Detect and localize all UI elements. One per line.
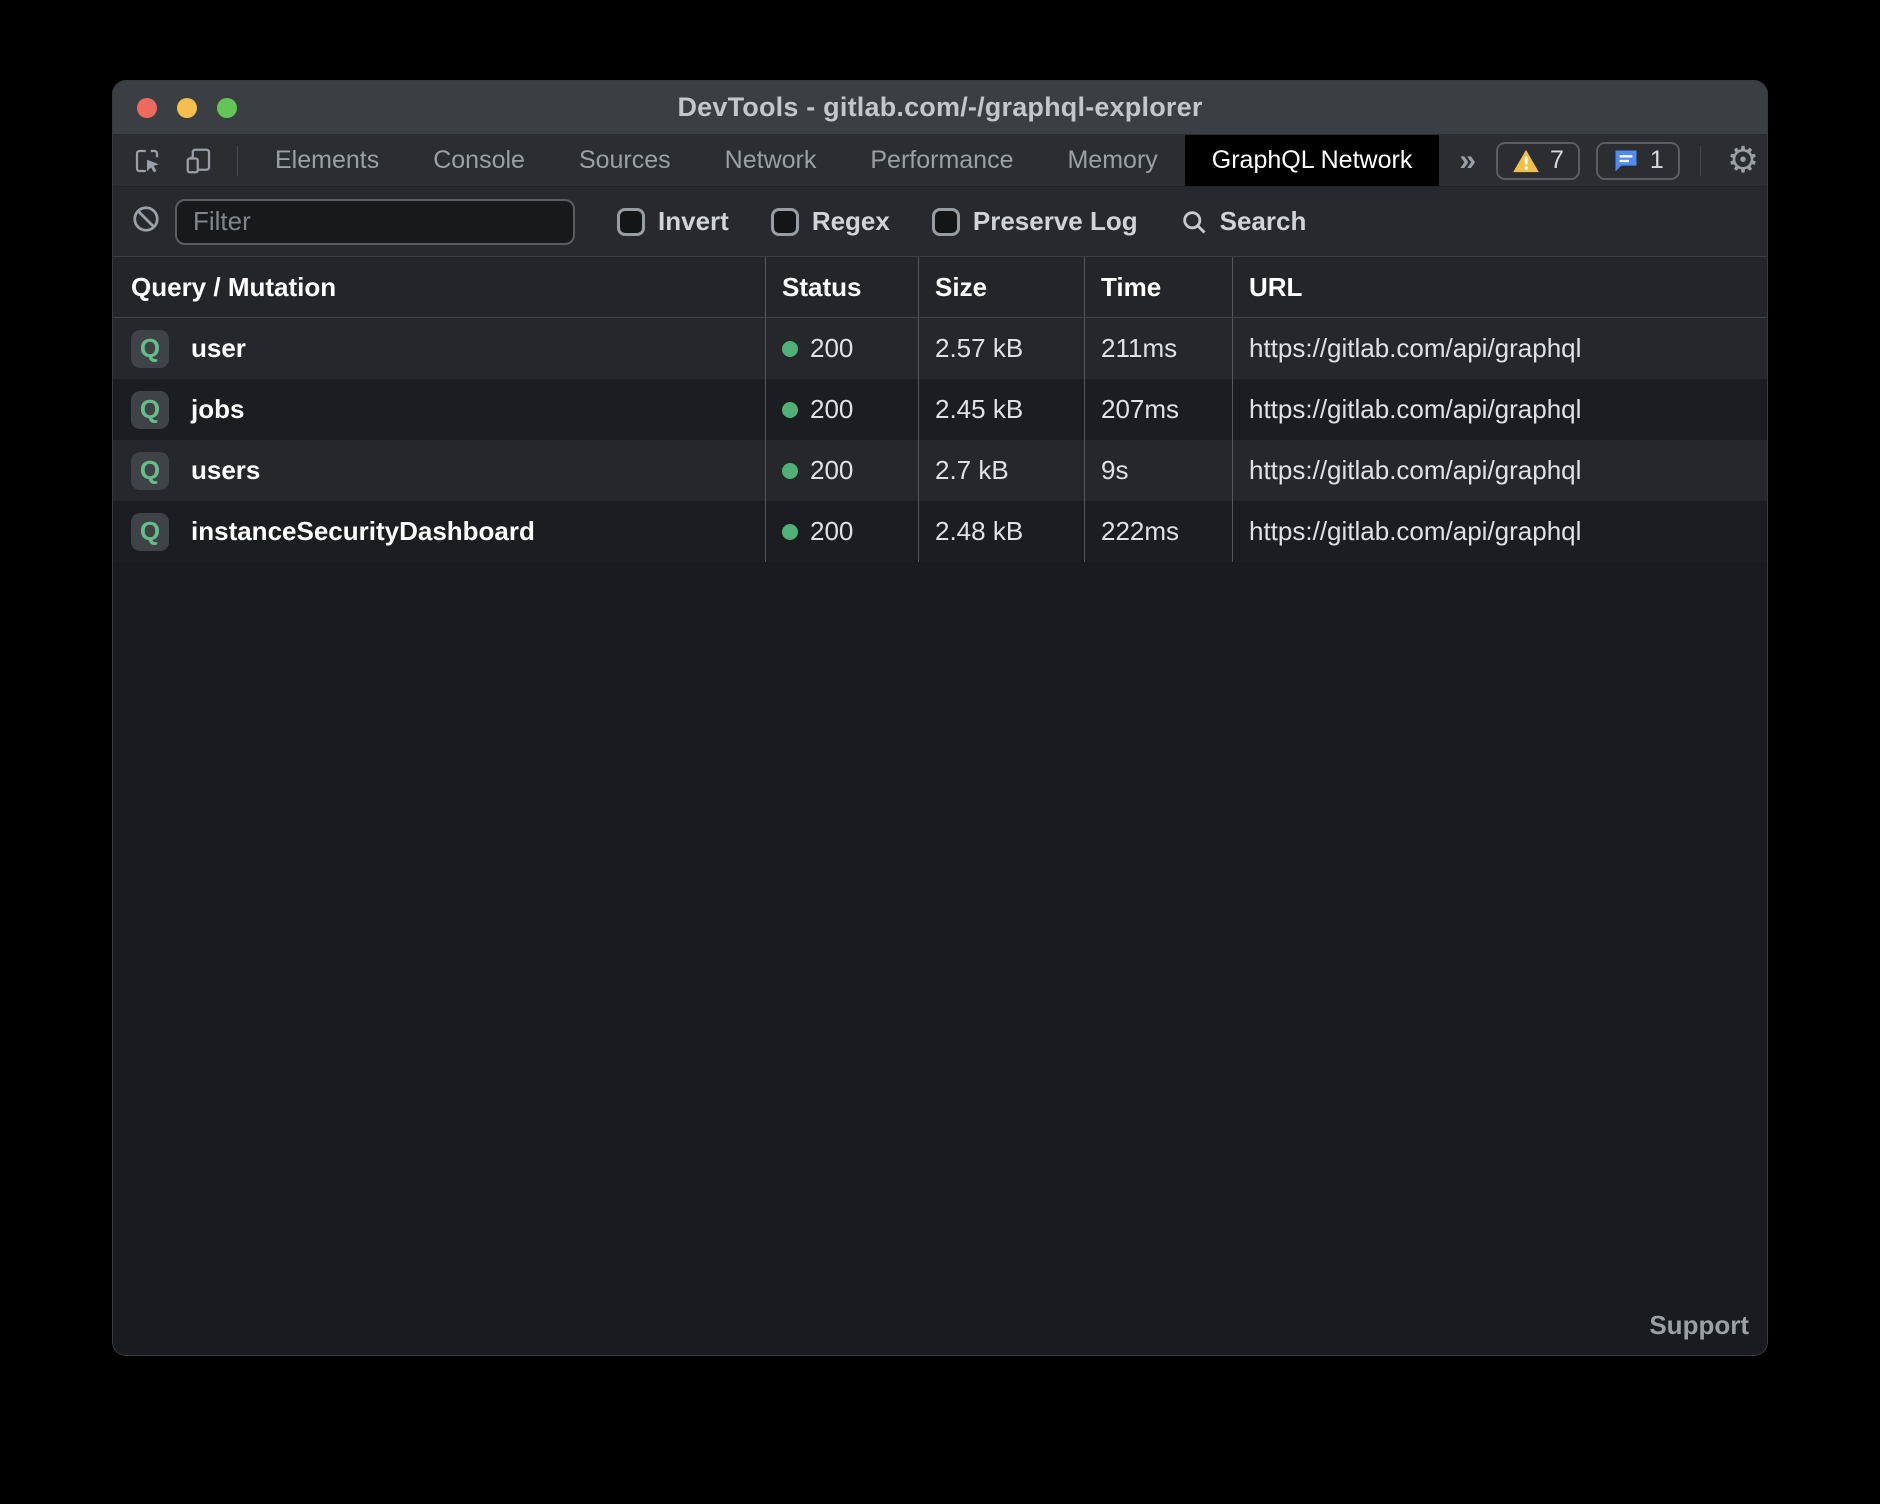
- time-cell: 222ms: [1084, 501, 1232, 562]
- traffic-lights: [137, 81, 237, 134]
- titlebar: DevTools - gitlab.com/-/graphql-explorer: [113, 81, 1767, 135]
- column-header-size[interactable]: Size: [918, 257, 1084, 317]
- filter-toolbar: Invert Regex Preserve Log Search: [113, 187, 1767, 257]
- tab-sources[interactable]: Sources: [552, 135, 698, 186]
- query-name: jobs: [191, 394, 244, 425]
- panel-empty-area: Support: [113, 562, 1767, 1355]
- warning-count: 7: [1550, 146, 1564, 175]
- tab-elements[interactable]: Elements: [248, 135, 406, 186]
- tab-memory[interactable]: Memory: [1040, 135, 1184, 186]
- size-cell: 2.45 kB: [918, 379, 1084, 440]
- query-name: instanceSecurityDashboard: [191, 516, 535, 547]
- toolbar-right-divider: [1700, 146, 1701, 176]
- status-code: 200: [810, 333, 853, 364]
- search-button[interactable]: Search: [1180, 206, 1307, 237]
- url-cell: https://gitlab.com/api/graphql: [1232, 501, 1767, 562]
- search-label: Search: [1220, 206, 1307, 237]
- column-header-status[interactable]: Status: [765, 257, 918, 317]
- status-cell: 200: [765, 440, 918, 501]
- query-type-badge: Q: [131, 513, 169, 551]
- request-table-header: Query / Mutation Status Size Time URL: [113, 257, 1767, 318]
- devtools-tabbar: Elements Console Sources Network Perform…: [113, 135, 1767, 187]
- column-header-time[interactable]: Time: [1084, 257, 1232, 317]
- tab-network[interactable]: Network: [698, 135, 844, 186]
- support-link[interactable]: Support: [1649, 1310, 1749, 1341]
- close-window-button[interactable]: [137, 98, 157, 118]
- query-name: user: [191, 333, 246, 364]
- preserve-log-label: Preserve Log: [973, 206, 1138, 237]
- status-ok-dot-icon: [782, 341, 798, 357]
- query-cell: Q instanceSecurityDashboard: [113, 501, 765, 562]
- regex-checkbox-group: Regex: [771, 206, 890, 237]
- zoom-window-button[interactable]: [217, 98, 237, 118]
- status-ok-dot-icon: [782, 463, 798, 479]
- preserve-log-checkbox[interactable]: [932, 208, 960, 236]
- status-code: 200: [810, 516, 853, 547]
- clear-block-icon[interactable]: [131, 204, 161, 239]
- time-cell: 211ms: [1084, 318, 1232, 379]
- status-cell: 200: [765, 379, 918, 440]
- column-header-query-mutation[interactable]: Query / Mutation: [113, 257, 765, 317]
- toolbar-left-icons: [113, 135, 248, 186]
- size-cell: 2.7 kB: [918, 440, 1084, 501]
- table-row[interactable]: Q user 200 2.57 kB 211ms https://gitlab.…: [113, 318, 1767, 379]
- status-code: 200: [810, 455, 853, 486]
- url-cell: https://gitlab.com/api/graphql: [1232, 318, 1767, 379]
- search-icon: [1180, 208, 1208, 236]
- preserve-log-checkbox-group: Preserve Log: [932, 206, 1138, 237]
- tab-console[interactable]: Console: [406, 135, 552, 186]
- query-type-badge: Q: [131, 452, 169, 490]
- panel-tabs: Elements Console Sources Network Perform…: [248, 135, 1439, 186]
- regex-checkbox[interactable]: [771, 208, 799, 236]
- column-header-url[interactable]: URL: [1232, 257, 1767, 317]
- url-cell: https://gitlab.com/api/graphql: [1232, 440, 1767, 501]
- desktop-background: DevTools - gitlab.com/-/graphql-explorer: [0, 0, 1880, 1504]
- query-type-badge: Q: [131, 330, 169, 368]
- table-row[interactable]: Q users 200 2.7 kB 9s https://gitlab.com…: [113, 440, 1767, 501]
- tab-graphql-network[interactable]: GraphQL Network: [1185, 135, 1440, 186]
- url-cell: https://gitlab.com/api/graphql: [1232, 379, 1767, 440]
- device-toolbar-icon[interactable]: [181, 143, 217, 179]
- status-ok-dot-icon: [782, 524, 798, 540]
- filter-input[interactable]: [175, 199, 575, 245]
- more-tabs-chevron-icon[interactable]: »: [1439, 135, 1496, 186]
- status-cell: 200: [765, 318, 918, 379]
- status-ok-dot-icon: [782, 402, 798, 418]
- warnings-badge-button[interactable]: 7: [1496, 142, 1580, 180]
- time-cell: 9s: [1084, 440, 1232, 501]
- message-bubble-icon: [1612, 148, 1640, 174]
- invert-label: Invert: [658, 206, 729, 237]
- query-name: users: [191, 455, 260, 486]
- settings-gear-icon[interactable]: ⚙: [1727, 143, 1759, 179]
- query-cell: Q jobs: [113, 379, 765, 440]
- invert-checkbox[interactable]: [617, 208, 645, 236]
- warning-triangle-icon: [1512, 148, 1540, 174]
- invert-checkbox-group: Invert: [617, 206, 729, 237]
- size-cell: 2.57 kB: [918, 318, 1084, 379]
- time-cell: 207ms: [1084, 379, 1232, 440]
- query-type-badge: Q: [131, 391, 169, 429]
- query-cell: Q users: [113, 440, 765, 501]
- toolbar-divider: [237, 146, 238, 176]
- devtools-window: DevTools - gitlab.com/-/graphql-explorer: [112, 80, 1768, 1356]
- regex-label: Regex: [812, 206, 890, 237]
- table-row[interactable]: Q jobs 200 2.45 kB 207ms https://gitlab.…: [113, 379, 1767, 440]
- status-cell: 200: [765, 501, 918, 562]
- issues-count: 1: [1650, 146, 1664, 175]
- query-cell: Q user: [113, 318, 765, 379]
- window-title: DevTools - gitlab.com/-/graphql-explorer: [677, 92, 1202, 123]
- inspect-element-icon[interactable]: [129, 143, 165, 179]
- size-cell: 2.48 kB: [918, 501, 1084, 562]
- status-code: 200: [810, 394, 853, 425]
- table-row[interactable]: Q instanceSecurityDashboard 200 2.48 kB …: [113, 501, 1767, 562]
- minimize-window-button[interactable]: [177, 98, 197, 118]
- issues-badge-button[interactable]: 1: [1596, 142, 1680, 180]
- toolbar-right-cluster: 7 1 ⚙: [1496, 135, 1768, 186]
- tab-performance[interactable]: Performance: [843, 135, 1040, 186]
